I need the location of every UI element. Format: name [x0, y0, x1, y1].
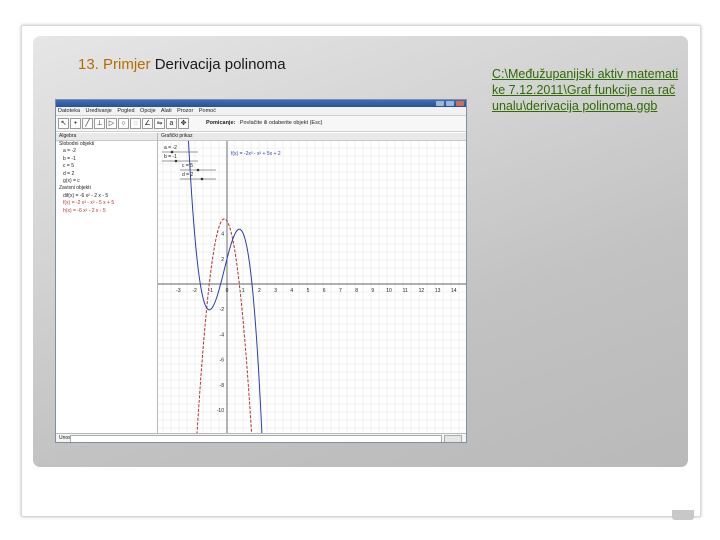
slide-corner-tab — [672, 510, 694, 520]
formula-bar-label: Pomicanje: — [206, 120, 236, 126]
minimize-icon[interactable] — [436, 101, 444, 106]
y-tick-label: -2 — [220, 307, 225, 313]
polygon-icon[interactable]: ▷ — [106, 118, 117, 129]
x-tick-label: 10 — [386, 288, 392, 294]
slider-label: b = -1 — [164, 154, 177, 160]
x-tick-label: 8 — [355, 288, 358, 294]
slider-label: c = 5 — [182, 163, 193, 169]
algebra-item-dif[interactable]: dif(x) = -6 x² - 2 x - 5 — [56, 193, 157, 200]
geogebra-screenshot: Datoteka Uređivanje Pogled Opcije Alati … — [55, 99, 467, 443]
slider-knob — [196, 168, 200, 172]
derivative-curve — [196, 218, 253, 433]
x-tick-label: 4 — [290, 288, 293, 294]
menu-help[interactable]: Pomoć — [199, 108, 216, 114]
free-objects-heading[interactable]: Slobodni objekti — [56, 141, 157, 148]
algebra-item-c[interactable]: c = 5 — [56, 163, 157, 170]
x-tick-label: -2 — [192, 288, 197, 294]
function-label: f(x) = -2x³ - x² + 5x + 2 — [231, 151, 281, 157]
x-tick-label: 2 — [258, 288, 261, 294]
point-icon[interactable]: • — [70, 118, 81, 129]
input-field[interactable] — [70, 435, 442, 442]
formula-bar: Pomicanje: Povlačite ili odaberite objek… — [206, 120, 322, 126]
x-tick-label: 13 — [435, 288, 441, 294]
pointer-icon[interactable]: ↖ — [58, 118, 69, 129]
algebra-header: Algebra — [56, 133, 157, 141]
y-tick-label: -6 — [220, 358, 225, 364]
algebra-item-g[interactable]: g(x) = c — [56, 178, 157, 185]
reflect-icon[interactable]: ⇋ — [154, 118, 165, 129]
slider-knob — [170, 150, 174, 154]
window-titlebar — [56, 100, 466, 107]
algebra-item-a[interactable]: a = -2 — [56, 148, 157, 155]
slide-title-text: Derivacija polinoma — [154, 56, 286, 73]
perpendicular-icon[interactable]: ⊥ — [94, 118, 105, 129]
function-curve — [187, 141, 263, 433]
menu-options[interactable]: Opcije — [140, 108, 156, 114]
x-tick-label: 5 — [307, 288, 310, 294]
slider-icon[interactable]: a — [166, 118, 177, 129]
menu-bar: Datoteka Uređivanje Pogled Opcije Alati … — [56, 107, 466, 116]
menu-view[interactable]: Pogled — [117, 108, 134, 114]
slide-title: 13. Primjer Derivacija polinoma — [78, 56, 286, 73]
graph-canvas[interactable]: -3 -2 -1 0 1 2 3 4 5 6 7 8 9 10 11 12 13 1442-2-4-6-8-10a… — [158, 141, 466, 433]
y-tick-label: -4 — [220, 332, 225, 338]
angle-icon[interactable]: ∠ — [142, 118, 153, 129]
input-options-button[interactable] — [444, 435, 462, 442]
algebra-item-d[interactable]: d = 2 — [56, 171, 157, 178]
x-tick-label: -3 — [176, 288, 181, 294]
maximize-icon[interactable] — [446, 101, 454, 106]
dependent-objects-heading[interactable]: Zavisni objekti — [56, 185, 157, 192]
x-tick-label: 3 — [274, 288, 277, 294]
slider-label: a = -2 — [164, 145, 177, 151]
slider-label: d = 2 — [182, 172, 193, 178]
x-tick-label: 12 — [419, 288, 425, 294]
move-view-icon[interactable]: ✥ — [178, 118, 189, 129]
y-tick-label: -8 — [220, 383, 225, 389]
formula-bar-hint: Povlačite ili odaberite objekt (Esc) — [239, 120, 323, 126]
menu-window[interactable]: Prozor — [177, 108, 193, 114]
x-tick-label: 9 — [371, 288, 374, 294]
close-icon[interactable] — [456, 101, 464, 106]
menu-file[interactable]: Datoteka — [58, 108, 80, 114]
x-tick-label: 11 — [403, 288, 408, 294]
file-link[interactable]: C:\Međužupanijski aktiv matematike 7.12.… — [492, 66, 682, 114]
toolbar: ↖ • ╱ ⊥ ▷ ○ ◌ ∠ ⇋ a ✥ Pomicanje: Povlači… — [56, 116, 466, 132]
algebra-item-b[interactable]: b = -1 — [56, 156, 157, 163]
graphics-header: Grafički prikaz — [158, 133, 466, 141]
algebra-item-f[interactable]: f(x) = -2 x³ - x² - 5 x + 5 — [56, 200, 157, 207]
x-tick-label: -1 — [209, 288, 214, 294]
ellipse-icon[interactable]: ◌ — [130, 118, 141, 129]
x-tick-label: 0 — [226, 288, 229, 294]
slide-title-number: 13. Primjer — [78, 56, 151, 73]
x-tick-label: 1 — [242, 288, 245, 294]
slider-knob — [200, 177, 204, 181]
menu-tools[interactable]: Alati — [161, 108, 172, 114]
y-tick-label: -10 — [217, 408, 224, 414]
y-tick-label: 4 — [221, 232, 224, 238]
y-tick-label: 2 — [221, 257, 224, 263]
x-tick-label: 6 — [323, 288, 326, 294]
algebra-item-h[interactable]: h(x) = -6 x² - 2 x - 5 — [56, 208, 157, 215]
line-icon[interactable]: ╱ — [82, 118, 93, 129]
circle-icon[interactable]: ○ — [118, 118, 129, 129]
slider-knob — [174, 159, 178, 163]
x-tick-label: 14 — [451, 288, 457, 294]
menu-edit[interactable]: Uređivanje — [86, 108, 112, 114]
x-tick-label: 7 — [339, 288, 342, 294]
algebra-view: Algebra Slobodni objekti a = -2 b = -1 c… — [56, 133, 158, 433]
input-bar: Unos: — [56, 433, 466, 442]
graphics-view[interactable]: Grafički prikaz -3 -2 -1 0 1 2 3 4 5 6 7 8 9 10 11 12 13… — [158, 133, 466, 433]
